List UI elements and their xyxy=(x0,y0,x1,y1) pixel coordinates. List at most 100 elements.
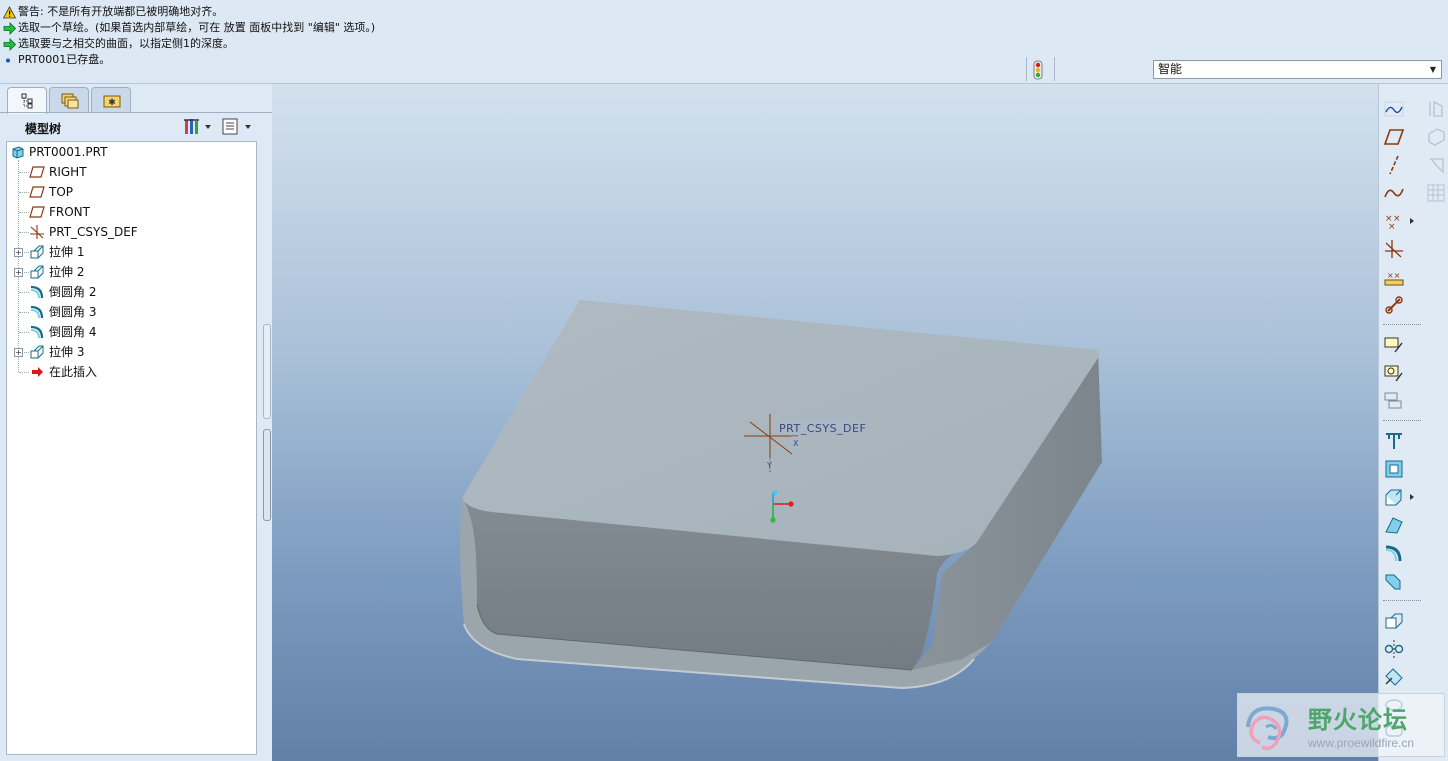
folder-stack-icon xyxy=(61,93,79,109)
round-icon xyxy=(30,285,44,299)
selection-filter-value: 智能 xyxy=(1158,62,1183,76)
tree-item-label: 拉伸 3 xyxy=(49,345,85,359)
round-tool-icon[interactable] xyxy=(1383,542,1405,564)
datum-plane-tool-icon[interactable] xyxy=(1383,126,1405,148)
rib-tool-icon[interactable] xyxy=(1425,154,1447,176)
tab-strip-border xyxy=(0,112,272,113)
tree-connector xyxy=(19,372,29,373)
message-text: 警告: 不是所有开放端都已被明确地对齐。 xyxy=(18,5,224,18)
merge-tool-icon[interactable] xyxy=(1383,666,1405,688)
tree-item-csys[interactable]: PRT_CSYS_DEF xyxy=(29,222,138,242)
shell-tool-icon[interactable] xyxy=(1383,458,1405,480)
datum-csys-tool-icon[interactable] xyxy=(1383,238,1405,260)
extrude-icon xyxy=(30,345,44,359)
tree-item-label: FRONT xyxy=(49,205,90,219)
csys-link-icon[interactable] xyxy=(1383,294,1405,316)
chamfer-tool-icon[interactable] xyxy=(1383,570,1405,592)
traffic-light-icon[interactable] xyxy=(1033,60,1043,80)
extrude-icon xyxy=(30,245,44,259)
tree-item-extrude-2[interactable]: 拉伸 2 xyxy=(29,262,84,282)
datum-plane-icon xyxy=(29,186,45,198)
part-icon xyxy=(12,146,24,159)
selection-filter-select[interactable]: 智能 ▼ xyxy=(1153,60,1442,79)
tree-item-part[interactable]: PRT0001.PRT xyxy=(11,142,107,162)
forum-watermark: 野火论坛 www.proewildfire.cn xyxy=(1237,693,1445,757)
tree-item-extrude-1[interactable]: 拉伸 1 xyxy=(29,242,84,262)
tree-connector xyxy=(19,312,29,313)
expand-toggle[interactable]: + xyxy=(14,248,23,257)
datum-plane-icon xyxy=(29,166,45,178)
flame-logo-icon xyxy=(1246,706,1289,751)
datum-axis-tool-icon[interactable] xyxy=(1383,154,1405,176)
revolve-tool-icon[interactable] xyxy=(1383,486,1405,508)
toolbar-separator xyxy=(1383,420,1421,421)
tree-connector xyxy=(19,212,29,213)
tab-folder-browser[interactable] xyxy=(49,87,89,112)
expand-toggle[interactable]: + xyxy=(14,268,23,277)
tree-item-insert-here[interactable]: 在此插入 xyxy=(29,362,97,382)
favorites-folder-icon: ✱ xyxy=(103,95,121,108)
tree-item-front[interactable]: FRONT xyxy=(29,202,90,222)
datum-point-tool-icon[interactable]: × ×× xyxy=(1383,210,1405,232)
tree-connector xyxy=(19,192,29,193)
csys-icon xyxy=(30,225,44,239)
feature-toolbar: × × × ×× xyxy=(1378,84,1448,761)
graphics-window[interactable]: PRT_CSYS_DEF X Y xyxy=(272,84,1378,761)
panel-splitter-handle[interactable] xyxy=(263,324,271,419)
tree-item-top[interactable]: TOP xyxy=(29,182,73,202)
flyout-arrow-icon[interactable] xyxy=(1409,493,1415,501)
expand-toggle[interactable]: + xyxy=(14,348,23,357)
tree-item-round-3[interactable]: 倒圆角 3 xyxy=(29,302,96,322)
model-tree[interactable]: PRT0001.PRT RIGHT TOP FRONT PRT_CSYS_DEF xyxy=(6,141,257,755)
tree-item-label: 倒圆角 4 xyxy=(49,325,97,339)
tab-favorites[interactable]: ✱ xyxy=(91,87,131,112)
sweep-tool-icon[interactable] xyxy=(1383,514,1405,536)
sketch-ref-icon[interactable] xyxy=(1383,390,1405,412)
insert-here-arrow-icon xyxy=(32,367,43,377)
pattern-tool-icon[interactable] xyxy=(1425,182,1447,204)
message-line: 选取要与之相交的曲面，以指定侧1的深度。 xyxy=(3,36,234,52)
model-view[interactable]: PRT_CSYS_DEF X Y xyxy=(272,84,1378,761)
tree-item-extrude-3[interactable]: 拉伸 3 xyxy=(29,342,84,362)
mirror-tool-icon[interactable] xyxy=(1383,638,1405,660)
watermark-title: 野火论坛 xyxy=(1308,706,1408,734)
tree-item-label: 拉伸 2 xyxy=(49,265,85,279)
model-tree-header: 模型树 xyxy=(5,114,262,140)
chevron-down-icon[interactable]: ▼ xyxy=(1430,61,1436,78)
sketch-tool-icon[interactable] xyxy=(1383,334,1405,356)
tree-item-right[interactable]: RIGHT xyxy=(29,162,87,182)
watermark-url: www.proewildfire.cn xyxy=(1308,736,1415,750)
sketch-edit-icon[interactable] xyxy=(1383,362,1405,384)
svg-text:✱: ✱ xyxy=(108,98,116,108)
round-icon xyxy=(30,325,44,339)
flyout-arrow-icon[interactable] xyxy=(1409,217,1415,225)
show-menu-icon[interactable] xyxy=(221,117,253,137)
message-text: PRT0001已存盘。 xyxy=(18,53,111,66)
message-text: 选取要与之相交的曲面，以指定侧1的深度。 xyxy=(18,37,234,50)
flexible-modeling-icon[interactable] xyxy=(1425,98,1447,120)
tree-item-round-2[interactable]: 倒圆角 2 xyxy=(29,282,96,302)
tree-item-round-4[interactable]: 倒圆角 4 xyxy=(29,322,96,342)
tab-model-tree[interactable] xyxy=(7,87,47,114)
draft-tool-icon[interactable] xyxy=(1425,126,1447,148)
tree-settings-icon[interactable] xyxy=(183,117,213,137)
datum-curve-tool-icon[interactable] xyxy=(1383,182,1405,204)
message-area: 警告: 不是所有开放端都已被明确地对齐。 选取一个草绘。(如果首选内部草绘，可在… xyxy=(0,0,1448,84)
extrude-tool-icon[interactable] xyxy=(1383,430,1405,452)
model-tree-title: 模型树 xyxy=(25,122,62,136)
panel-splitter-handle[interactable] xyxy=(263,429,271,521)
analysis-feature-icon[interactable]: ×× xyxy=(1383,266,1405,288)
tree-item-label: TOP xyxy=(49,185,74,199)
tree-item-label: 倒圆角 2 xyxy=(49,285,97,299)
navigator-panel: ✱ 模型树 PRT0001.PRT RIGHT TOP FRONT PRT_CS… xyxy=(0,84,272,761)
svg-text:×: × xyxy=(1388,222,1396,232)
copy-feature-icon[interactable] xyxy=(1383,610,1405,632)
blue-dot-icon xyxy=(6,58,10,62)
datum-display-icon[interactable] xyxy=(1383,98,1405,120)
tree-item-label: PRT0001.PRT xyxy=(29,145,108,159)
status-separator xyxy=(1054,57,1055,81)
toolbar-separator xyxy=(1383,600,1421,601)
tree-item-label: PRT_CSYS_DEF xyxy=(49,225,138,239)
svg-text:××: ×× xyxy=(1387,271,1400,280)
tree-connector xyxy=(19,232,29,233)
